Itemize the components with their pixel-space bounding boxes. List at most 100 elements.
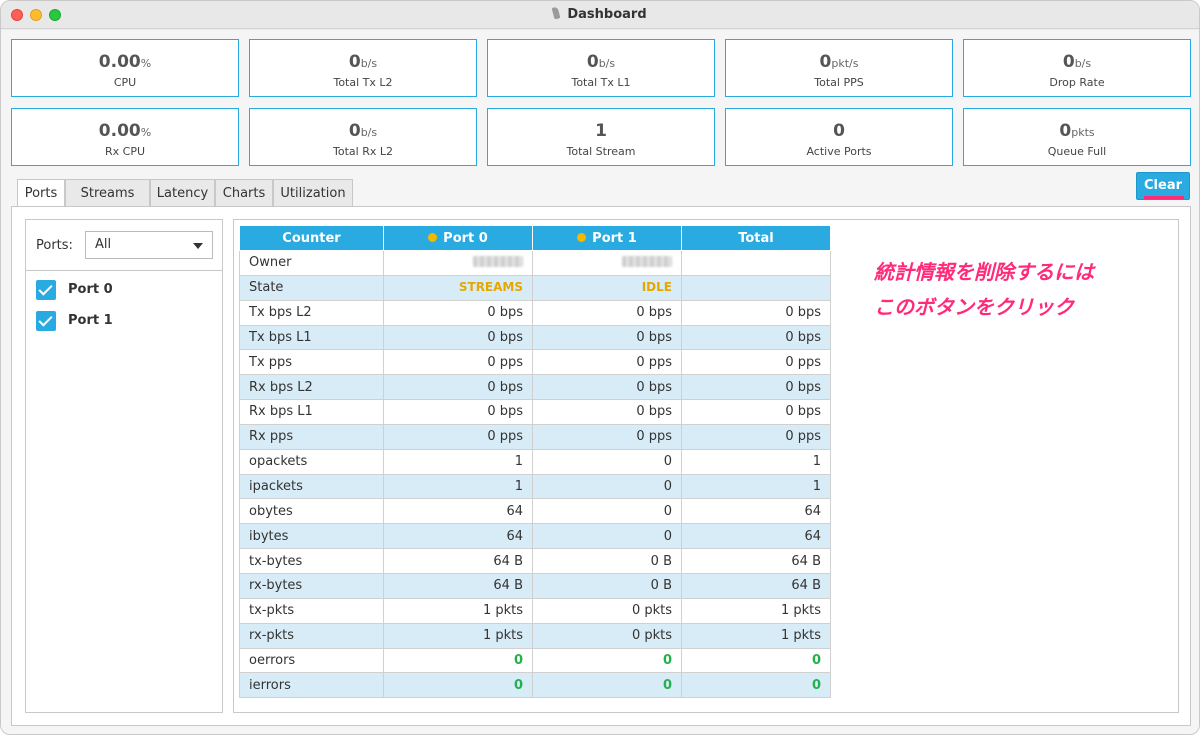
port-0-value: 0 pps	[383, 349, 533, 376]
port-0-value: 1	[383, 473, 533, 500]
port-1-value: 0	[532, 498, 682, 525]
port-state: IDLE	[641, 280, 672, 295]
total-value: 1 pkts	[681, 622, 831, 649]
dashboard-content: 0.00% CPU 0b/s Total Tx L2 0b/s Total Tx L1 0p…	[1, 30, 1199, 734]
port-1-label: Port 1	[68, 313, 113, 328]
tab-utilization[interactable]: Utilization	[273, 179, 353, 207]
stat-card: 0b/s Total Tx L2	[249, 39, 477, 97]
header-port-1: Port 1	[532, 225, 682, 251]
table-row: Tx bps L1 0 bps 0 bps 0 bps	[239, 324, 831, 351]
stat-card: 0b/s Drop Rate	[963, 39, 1191, 97]
stat-value: 0	[833, 121, 845, 141]
port-1-value: 0 pps	[532, 423, 682, 450]
divider	[26, 270, 222, 271]
port-1-value: 0 bps	[532, 399, 682, 425]
stat-label: Drop Rate	[1049, 76, 1105, 89]
stat-label: Queue Full	[1047, 145, 1107, 158]
title-bar: Dashboard	[1, 1, 1199, 29]
stat-card: 0 Active Ports	[725, 108, 953, 166]
port-1-value: 0 bps	[532, 324, 682, 351]
counter-name: Owner	[239, 250, 384, 276]
tab-latency[interactable]: Latency	[150, 179, 215, 207]
table-row: Owner	[239, 250, 831, 276]
counter-name: Rx bps L2	[239, 374, 384, 401]
port-1-value: 0 B	[532, 548, 682, 574]
tab-charts[interactable]: Charts	[215, 179, 273, 207]
stat-unit: pkts	[1071, 126, 1095, 139]
port-1-value: 0 B	[532, 572, 682, 599]
port-0-value: 0 pps	[383, 423, 533, 450]
port-0-value: 0 bps	[383, 299, 533, 326]
total-value: 0 pps	[681, 423, 831, 450]
port-0-label: Port 0	[68, 282, 113, 297]
port-1-value: 0 pkts	[532, 597, 682, 624]
table-row: tx-bytes 64 B0 B 64 B	[239, 548, 831, 574]
stat-value: 0b/s	[348, 121, 378, 141]
stat-label: Total PPS	[814, 76, 864, 89]
stat-unit: b/s	[360, 126, 378, 139]
stat-card: 0b/s Total Tx L1	[487, 39, 715, 97]
counter-name: Tx bps L2	[239, 299, 384, 326]
annotation-line-2: このボタンをクリック	[874, 295, 1074, 319]
app-icon	[551, 6, 561, 20]
stat-label: Total Rx L2	[333, 145, 393, 158]
counter-name: opackets	[239, 448, 384, 475]
port-0-value: 0 bps	[383, 324, 533, 351]
stat-value: 0b/s	[1062, 52, 1092, 72]
port-1-value: IDLE	[532, 274, 682, 301]
tab-streams[interactable]: Streams	[65, 179, 150, 207]
clear-highlight-underline	[1144, 196, 1184, 199]
ports-filter-value: All	[95, 237, 112, 252]
counter-name: Rx pps	[239, 423, 384, 450]
stat-value: 0pkts	[1059, 121, 1095, 141]
port-selector-box: Ports: All Port 0 Port 1	[25, 219, 223, 713]
table-body: Owner State STREAMS IDLE Tx bps L2 0 bps 0 bps…	[239, 250, 831, 699]
counter-name: tx-pkts	[239, 597, 384, 624]
counter-name: Tx pps	[239, 349, 384, 376]
stat-value: 1	[595, 121, 607, 141]
stat-unit: %	[140, 126, 152, 139]
port-0-value: 0 bps	[383, 399, 533, 425]
total-value: 0 bps	[681, 299, 831, 326]
port-0-value: 64 B	[383, 548, 533, 574]
stat-card: 1 Total Stream	[487, 108, 715, 166]
stat-value: 0b/s	[348, 52, 378, 72]
total-value: 0 pps	[681, 349, 831, 376]
table-row: rx-pkts 1 pkts 0 pkts 1 pkts	[239, 622, 831, 649]
table-row: ibytes 64 0 64	[239, 523, 831, 550]
total-value: 0 bps	[681, 324, 831, 351]
stat-card: 0.00% CPU	[11, 39, 239, 97]
stat-label: Total Stream	[566, 145, 636, 158]
port-status-dot-icon	[577, 232, 587, 242]
port-0-value	[383, 250, 533, 276]
port-0-value: 1 pkts	[383, 622, 533, 649]
port-0-value: 64 B	[383, 572, 533, 599]
port-1-value: 0 bps	[532, 299, 682, 326]
port-0-value: 1	[383, 448, 533, 475]
total-value: 0 bps	[681, 374, 831, 401]
table-row: opackets 1 0 1	[239, 448, 831, 475]
table-row: Rx bps L1 0 bps 0 bps 0 bps	[239, 399, 831, 425]
port-0-checkbox-row[interactable]: Port 0	[36, 280, 206, 302]
checkmark-icon[interactable]	[36, 280, 56, 300]
port-0-value: 0 bps	[383, 374, 533, 401]
stat-unit: b/s	[598, 57, 616, 70]
counter-name: oerrors	[239, 647, 384, 674]
ports-filter-select[interactable]: All	[85, 231, 213, 259]
total-value: 0	[681, 672, 831, 699]
ports-filter-label: Ports:	[36, 238, 73, 253]
counter-name: ibytes	[239, 523, 384, 550]
port-1-checkbox-row[interactable]: Port 1	[36, 311, 206, 333]
total-value	[681, 274, 831, 301]
checkmark-icon[interactable]	[36, 311, 56, 331]
owner-redacted	[622, 256, 672, 268]
table-row: Tx pps 0 pps 0 pps 0 pps	[239, 349, 831, 376]
stat-unit: pkt/s	[831, 57, 859, 70]
table-row: Tx bps L2 0 bps 0 bps 0 bps	[239, 299, 831, 326]
stat-card: 0pkts Queue Full	[963, 108, 1191, 166]
total-value: 1 pkts	[681, 597, 831, 624]
port-stats-table: Counter Port 0 Port 1 Total Owner State ST…	[239, 225, 831, 699]
counter-name: State	[239, 274, 384, 301]
tab-ports[interactable]: Ports	[17, 179, 65, 208]
header-port-0: Port 0	[383, 225, 533, 251]
